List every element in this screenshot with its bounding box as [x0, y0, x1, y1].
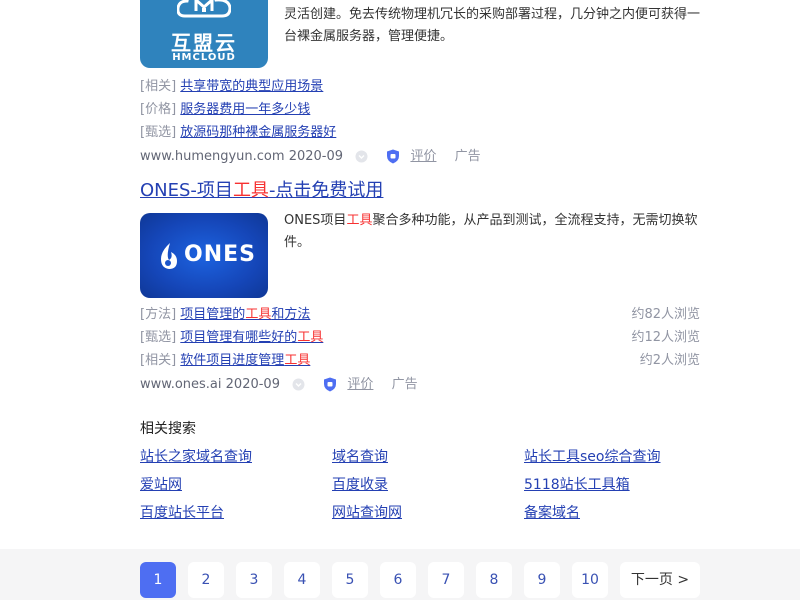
dropdown-circle-icon[interactable] [292, 378, 305, 391]
related-search-link[interactable]: 站长工具seo综合查询 [524, 447, 660, 467]
desc-line: 台裸金属服务器，管理便捷。 [284, 29, 454, 44]
related-search-link[interactable]: 网站查询网 [332, 503, 402, 523]
result1-sublink-row: [甄选] 放源码那种裸金属服务器好 [140, 123, 700, 143]
source-url: www.humengyun.com [140, 149, 285, 164]
sublink[interactable]: 放源码那种裸金属服务器好 [180, 125, 336, 140]
ad-label: 广告 [391, 377, 418, 392]
related-search-link[interactable]: 5118站长工具箱 [524, 475, 630, 495]
desc-text: ONES项目 [284, 213, 347, 228]
view-count: 约82人浏览 [631, 307, 700, 322]
result2-sublink-row: [甄选] 项目管理有哪些好的工具 约12人浏览 [140, 328, 700, 348]
result2-sublink-row: [方法] 项目管理的工具和方法 约82人浏览 [140, 305, 700, 325]
related-search-link[interactable]: 备案域名 [524, 503, 580, 523]
sublink-text: 软件项目进度管理 [180, 353, 285, 368]
related-search-link[interactable]: 百度站长平台 [140, 503, 224, 523]
page-button[interactable]: 5 [332, 562, 368, 598]
result1-sublink-row: [相关] 共享带宽的典型应用场景 [140, 77, 700, 97]
page-button[interactable]: 10 [572, 562, 608, 598]
result2-sublink-row: [相关] 软件项目进度管理工具 约2人浏览 [140, 351, 700, 371]
result1-description: 灵活创建。免去传统物理机冗长的采购部署过程，几分钟之内便可获得一 台裸金属服务器… [284, 4, 714, 48]
page-button[interactable]: 2 [188, 562, 224, 598]
humengyun-logo-thumbnail[interactable]: 互盟云 HMCLOUD [140, 0, 268, 68]
sublink-tag: [甄选] [140, 330, 177, 345]
sublink-highlight: 工具 [245, 307, 272, 322]
page-button[interactable]: 9 [524, 562, 560, 598]
logo-english-text: HMCLOUD [172, 52, 236, 63]
page-button[interactable]: 7 [428, 562, 464, 598]
dropdown-circle-icon[interactable] [355, 150, 368, 163]
result2-description: ONES项目工具聚合多种功能，从产品到测试，全流程支持，无需切换软 件。 [284, 210, 714, 254]
result2-title-link[interactable]: ONES-项目工具-点击免费试用 [140, 178, 383, 204]
related-search-link[interactable]: 百度收录 [332, 475, 388, 495]
sublink-tag: [相关] [140, 79, 177, 94]
desc-line: 灵活创建。免去传统物理机冗长的采购部署过程，几分钟之内便可获得一 [284, 7, 701, 22]
pagination-bar: 1 2 3 4 5 6 7 8 9 10 下一页 > [0, 549, 800, 600]
related-search-link[interactable]: 域名查询 [332, 447, 388, 467]
sublink-tag: [甄选] [140, 125, 177, 140]
source-date: 2020-09 [225, 377, 280, 392]
title-text: ONES-项目 [140, 180, 233, 201]
page-button[interactable]: 6 [380, 562, 416, 598]
sublink[interactable]: 项目管理有哪些好的工具 [180, 330, 323, 345]
view-count: 约12人浏览 [631, 330, 700, 345]
sublink-tag: [价格] [140, 102, 177, 117]
title-highlight: 工具 [232, 180, 269, 201]
sublink[interactable]: 项目管理的工具和方法 [180, 307, 310, 322]
review-link[interactable]: 评价 [347, 377, 373, 392]
sublink-highlight: 工具 [297, 330, 324, 345]
related-searches-title: 相关搜索 [140, 421, 196, 437]
related-search-link[interactable]: 爱站网 [140, 475, 182, 495]
title-text: -点击免费试用 [268, 180, 384, 201]
ones-wordmark: ONES [184, 242, 256, 267]
ones-flame-icon [161, 243, 177, 269]
cloud-logo-icon [177, 0, 231, 18]
related-search-link[interactable]: 站长之家域名查询 [140, 447, 252, 467]
sublink-tag: [方法] [140, 307, 177, 322]
source-date: 2020-09 [288, 149, 344, 164]
desc-text: 聚合多种功能，从产品到测试，全流程支持，无需切换软 [372, 213, 698, 228]
review-link[interactable]: 评价 [410, 149, 436, 164]
desc-line: 件。 [284, 235, 311, 250]
view-count: 约2人浏览 [639, 353, 700, 368]
page-button[interactable]: 3 [236, 562, 272, 598]
sublink-text: 项目管理的 [180, 307, 246, 322]
sublink-tag: [相关] [140, 353, 177, 368]
result2-source-line: www.ones.ai 2020-09 评价 广告 [140, 375, 418, 395]
result1-source-line: www.humengyun.com 2020-09 评价 广告 [140, 147, 481, 167]
sublink[interactable]: 服务器费用一年多少钱 [180, 102, 310, 117]
result1-sublink-row: [价格] 服务器费用一年多少钱 [140, 100, 700, 120]
sublink[interactable]: 共享带宽的典型应用场景 [180, 79, 323, 94]
sublink-highlight: 工具 [284, 353, 311, 368]
sublink-text: 项目管理有哪些好的 [180, 330, 298, 345]
page-button[interactable]: 8 [476, 562, 512, 598]
ones-logo-thumbnail[interactable]: ONES [140, 213, 268, 298]
source-url: www.ones.ai [140, 377, 222, 392]
shield-verified-icon[interactable] [386, 149, 400, 164]
sublink-text: 和方法 [271, 307, 311, 322]
desc-line: ONES项目工具聚合多种功能，从产品到测试，全流程支持，无需切换软 [284, 210, 714, 232]
ad-label: 广告 [454, 149, 481, 164]
next-page-button[interactable]: 下一页 > [620, 562, 700, 598]
shield-verified-icon[interactable] [323, 377, 337, 392]
page-button[interactable]: 4 [284, 562, 320, 598]
page-button-current[interactable]: 1 [140, 562, 176, 598]
sublink[interactable]: 软件项目进度管理工具 [180, 353, 310, 368]
desc-highlight: 工具 [346, 213, 373, 228]
